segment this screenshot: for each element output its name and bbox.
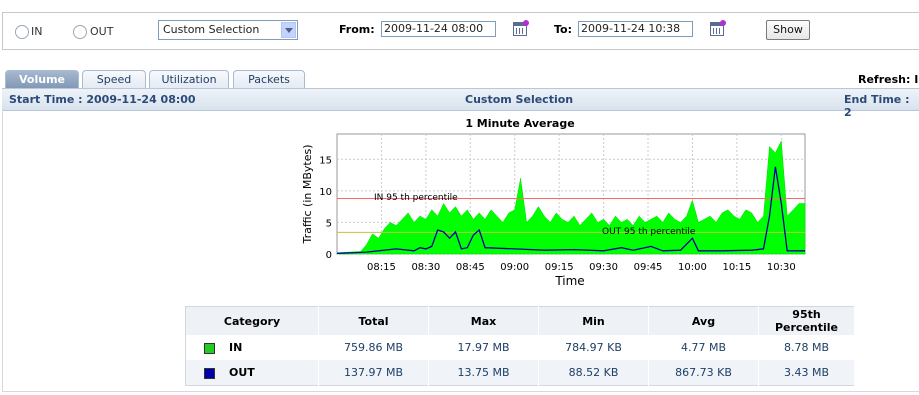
cell-95th: 3.43 MB <box>758 360 855 386</box>
y-tick-label: 15 <box>319 155 332 166</box>
table-row: IN 759.86 MB 17.97 MB 784.97 KB 4.77 MB … <box>185 335 855 360</box>
table-header-row: Category Total Max Min Avg 95th Percenti… <box>185 306 855 335</box>
cell-min: 784.97 KB <box>538 335 649 360</box>
y-axis-label: Traffic (in MBytes) <box>301 144 314 244</box>
cell-max: 13.75 MB <box>428 360 539 386</box>
cell-total: 137.97 MB <box>318 360 429 386</box>
x-tick-label: 08:15 <box>367 262 396 273</box>
x-axis-label: Time <box>554 274 584 288</box>
x-tick-label: 10:00 <box>678 262 707 273</box>
x-tick-label: 09:00 <box>500 262 529 273</box>
y-axis: 0 5 10 15 <box>319 155 332 261</box>
chart-title: 1 Minute Average <box>465 117 574 130</box>
x-axis: 08:15 08:30 08:45 09:00 09:15 09:30 09:45 10:00… <box>367 262 796 273</box>
x-tick-label: 09:15 <box>545 262 574 273</box>
row-category: IN <box>185 335 319 360</box>
cell-95th: 8.78 MB <box>758 335 855 360</box>
in-legend-swatch <box>204 342 215 354</box>
y-tick-label: 10 <box>319 187 332 198</box>
col-95th: 95th Percentile <box>758 306 855 335</box>
out-legend-swatch <box>204 367 215 379</box>
y-tick-label: 5 <box>326 218 332 229</box>
cell-avg: 867.73 KB <box>648 360 759 386</box>
row-category: OUT <box>185 360 319 386</box>
cell-total: 759.86 MB <box>318 335 429 360</box>
x-tick-label: 08:30 <box>411 262 440 273</box>
x-tick-label: 10:30 <box>767 262 796 273</box>
in-p95-label: IN 95 th percentile <box>374 193 458 203</box>
row-label: IN <box>229 341 243 354</box>
x-tick-label: 09:30 <box>589 262 618 273</box>
traffic-chart: 1 Minute Average IN 95 th percentile OUT… <box>301 117 806 288</box>
col-avg: Avg <box>648 306 759 335</box>
col-category: Category <box>185 306 319 335</box>
x-tick-label: 09:45 <box>634 262 663 273</box>
table-row: OUT 137.97 MB 13.75 MB 88.52 KB 867.73 K… <box>185 360 855 386</box>
stats-table: Category Total Max Min Avg 95th Percenti… <box>185 306 855 386</box>
row-label: OUT <box>229 366 255 379</box>
cell-min: 88.52 KB <box>538 360 649 386</box>
y-tick-label: 0 <box>326 250 332 261</box>
out-p95-label: OUT 95 th percentile <box>602 227 696 237</box>
cell-avg: 4.77 MB <box>648 335 759 360</box>
x-tick-label: 10:15 <box>722 262 751 273</box>
col-min: Min <box>538 306 649 335</box>
col-total: Total <box>318 306 429 335</box>
col-max: Max <box>428 306 539 335</box>
cell-max: 17.97 MB <box>428 335 539 360</box>
x-tick-label: 08:45 <box>456 262 485 273</box>
